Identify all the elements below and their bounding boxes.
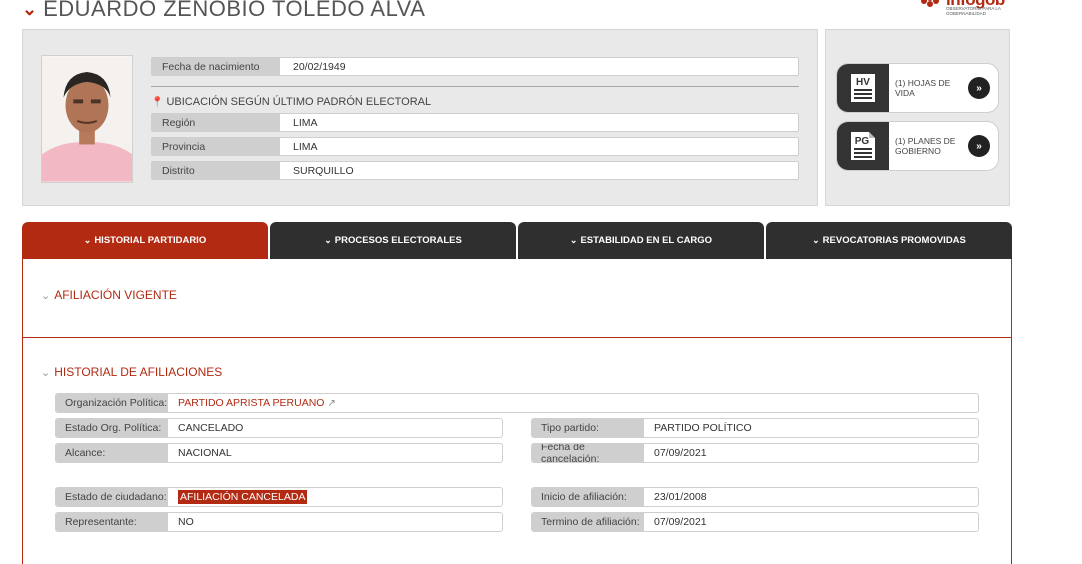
alcance-field: Alcance: NACIONAL — [55, 443, 503, 463]
chevron-down-icon: ⌄ — [324, 235, 332, 245]
location-heading: 📍 UBICACIÓN SEGÚN ÚLTIMO PADRÓN ELECTORA… — [151, 96, 431, 108]
termino-afiliacion-field: Termino de afiliación: 07/09/2021 — [531, 512, 979, 532]
tipo-partido-value: PARTIDO POLÍTICO — [654, 422, 752, 434]
chevron-down-icon: ⌄ — [812, 235, 820, 245]
candidate-photo — [41, 55, 133, 183]
representante-label: Representante: — [56, 513, 168, 531]
page-header: ⌄ EDUARDO ZENOBIO TOLEDO ALVA — [22, 0, 425, 24]
region-label: Región — [152, 114, 280, 131]
tab-estabilidad-en-el-cargo[interactable]: ⌄ ESTABILIDAD EN EL CARGO — [518, 222, 764, 259]
region-value: LIMA — [293, 116, 318, 129]
section-title-text: HISTORIAL DE AFILIACIONES — [54, 365, 223, 379]
double-chevron-down-icon[interactable]: » — [968, 135, 990, 157]
double-chevron-down-icon[interactable]: » — [968, 77, 990, 99]
tab-content: ⌄ AFILIACIÓN VIGENTE ⌄ HISTORIAL DE AFIL… — [22, 259, 1012, 564]
document-hv-icon: HV — [837, 64, 889, 112]
representante-field: Representante: NO — [55, 512, 503, 532]
province-value: LIMA — [293, 140, 318, 153]
inicio-afiliacion-label: Inicio de afiliación: — [532, 488, 644, 506]
org-politica-field: Organización Política: PARTIDO APRISTA P… — [55, 393, 979, 413]
external-link-icon[interactable]: ↗ — [327, 398, 335, 409]
section-afiliacion-vigente[interactable]: ⌄ AFILIACIÓN VIGENTE — [41, 288, 177, 302]
hojas-de-vida-card[interactable]: HV (1) HOJAS DE VIDA » — [836, 63, 999, 113]
tab-revocatorias-promovidas[interactable]: ⌄ REVOCATORIAS PROMOVIDAS — [766, 222, 1012, 259]
tab-label: REVOCATORIAS PROMOVIDAS — [822, 235, 966, 246]
tab-historial-partidario[interactable]: ⌄ HISTORIAL PARTIDARIO — [22, 222, 268, 259]
pg-icon-text: PG — [855, 136, 870, 147]
org-politica-link[interactable]: PARTIDO APRISTA PERUANO — [178, 397, 324, 409]
hv-icon-text: HV — [856, 77, 870, 88]
chevron-down-icon: ⌄ — [83, 235, 92, 245]
status-badge: AFILIACIÓN CANCELADA — [178, 490, 308, 504]
tipo-partido-field: Tipo partido: PARTIDO POLÍTICO — [531, 418, 979, 438]
termino-afiliacion-value: 07/09/2021 — [654, 516, 707, 528]
chevron-down-icon: ⌄ — [569, 235, 578, 245]
inicio-afiliacion-field: Inicio de afiliación: 23/01/2008 — [531, 487, 979, 507]
logo-mark-icon — [921, 0, 939, 7]
alcance-label: Alcance: — [56, 444, 168, 462]
page-title: EDUARDO ZENOBIO TOLEDO ALVA — [43, 0, 426, 21]
document-pg-icon: PG — [837, 122, 889, 170]
org-politica-value[interactable]: PARTIDO APRISTA PERUANO ↗ — [168, 394, 978, 412]
location-heading-text: UBICACIÓN SEGÚN ÚLTIMO PADRÓN ELECTORAL — [166, 96, 432, 108]
representante-value: NO — [178, 516, 194, 528]
fecha-cancelacion-field: Fecha de cancelación: 07/09/2021 — [531, 443, 979, 463]
tab-procesos-electorales[interactable]: ⌄ PROCESOS ELECTORALES — [270, 222, 516, 259]
tipo-partido-label: Tipo partido: — [532, 419, 644, 437]
estado-org-label: Estado Org. Política: — [56, 419, 168, 437]
inicio-afiliacion-value: 23/01/2008 — [654, 491, 707, 503]
estado-ciudadano-value: AFILIACIÓN CANCELADA — [168, 488, 502, 506]
planes-de-gobierno-card[interactable]: PG (1) PLANES DE GOBIERNO » — [836, 121, 999, 171]
birth-date-value: 20/02/1949 — [293, 60, 346, 73]
district-row: Distrito SURQUILLO — [151, 161, 799, 180]
province-label: Provincia — [152, 138, 280, 155]
divider — [151, 86, 799, 87]
province-row: Provincia LIMA — [151, 137, 799, 156]
fecha-cancelacion-value: 07/09/2021 — [654, 447, 707, 459]
region-row: Región LIMA — [151, 113, 799, 132]
planes-de-gobierno-label: (1) PLANES DE GOBIERNO — [895, 136, 956, 156]
hojas-de-vida-label: (1) HOJAS DE VIDA — [895, 78, 951, 98]
chevron-down-icon: ⌄ — [41, 366, 51, 379]
estado-org-value: CANCELADO — [178, 422, 244, 434]
map-marker-icon: 📍 — [151, 96, 164, 108]
tab-bar: ⌄ HISTORIAL PARTIDARIO ⌄ PROCESOS ELECTO… — [22, 222, 1012, 259]
district-label: Distrito — [152, 162, 280, 179]
estado-ciudadano-label: Estado de ciudadano: — [56, 488, 168, 506]
termino-afiliacion-label: Termino de afiliación: — [532, 513, 644, 531]
chevron-down-icon: ⌄ — [41, 289, 51, 302]
estado-ciudadano-field: Estado de ciudadano: AFILIACIÓN CANCELAD… — [55, 487, 503, 507]
estado-org-field: Estado Org. Política: CANCELADO — [55, 418, 503, 438]
logo-subtitle: OBSERVATORIO PARA LA GOBERNABILIDAD — [946, 6, 1001, 16]
fecha-cancelacion-label: Fecha de cancelación: — [532, 444, 644, 462]
infogob-logo[interactable]: infogob OBSERVATORIO PARA LA GOBERNABILI… — [920, 0, 1010, 22]
chevron-down-icon[interactable]: ⌄ — [22, 0, 37, 20]
birth-date-label: Fecha de nacimiento — [152, 58, 280, 75]
documents-panel: HV (1) HOJAS DE VIDA » PG (1) PLANES DE … — [825, 29, 1010, 206]
district-value: SURQUILLO — [293, 164, 354, 177]
tab-label: ESTABILIDAD EN EL CARGO — [580, 235, 713, 246]
tab-label: PROCESOS ELECTORALES — [334, 235, 462, 246]
section-title-text: AFILIACIÓN VIGENTE — [54, 288, 177, 302]
profile-panel: Fecha de nacimiento 20/02/1949 📍 UBICACI… — [22, 29, 818, 206]
portrait-image — [42, 56, 132, 182]
alcance-value: NACIONAL — [178, 447, 232, 459]
org-politica-label: Organización Política: — [56, 394, 168, 412]
section-historial-afiliaciones[interactable]: ⌄ HISTORIAL DE AFILIACIONES — [41, 365, 222, 379]
section-divider — [23, 337, 1011, 338]
tab-label: HISTORIAL PARTIDARIO — [94, 235, 207, 246]
birth-date-row: Fecha de nacimiento 20/02/1949 — [151, 57, 799, 76]
